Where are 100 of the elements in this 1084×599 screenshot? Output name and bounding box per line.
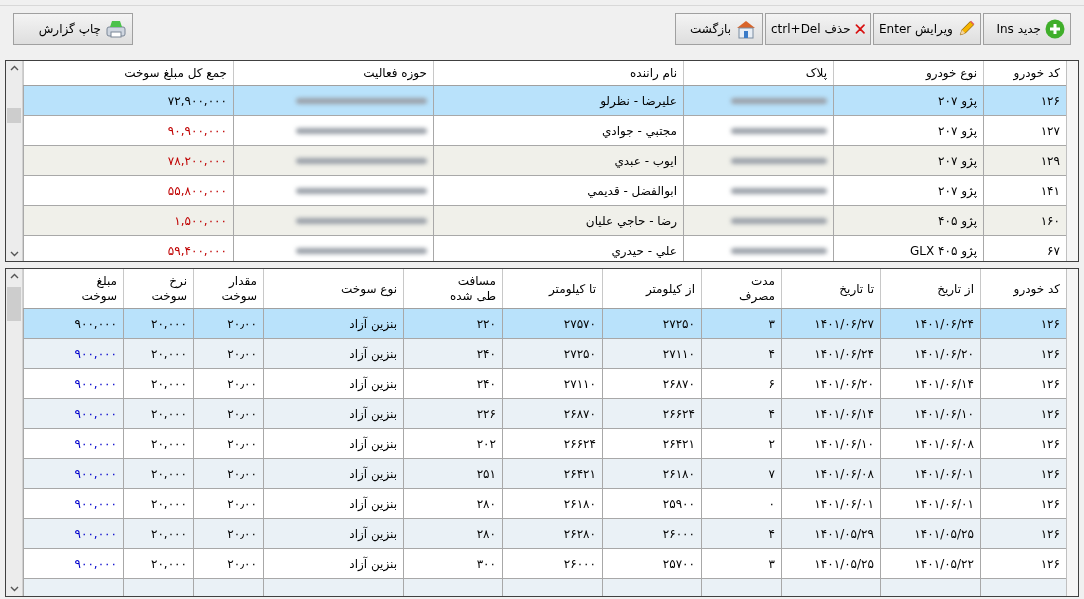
table-cell-text: ۹۰۰,۰۰۰ xyxy=(74,465,117,483)
table-cell-text: ۷۸,۲۰۰,۰۰۰ xyxy=(167,152,227,170)
table-cell-text: ۵۵,۸۰۰,۰۰۰ xyxy=(167,182,227,200)
table-row[interactable]: ۱۴۱ پژو ۲۰۷ ابوالفضل - قديمي ۵۵,۸۰۰,۰۰۰ xyxy=(23,176,1066,206)
table-cell-text: ۹۰۰,۰۰۰ xyxy=(74,405,117,423)
table-cell-text: ۷۲,۹۰۰,۰۰۰ xyxy=(167,92,227,110)
table-cell-text: ۴ xyxy=(768,345,775,363)
column-header[interactable]: نوع خودرو xyxy=(925,64,977,82)
column-header[interactable]: مبلغ سوخت xyxy=(61,273,117,304)
table-row[interactable]: ۱۲۶ ۱۴۰۱/۰۶/۱۰ ۱۴۰۱/۰۶/۱۴ ۴ ۲۶۶۲۴ ۲۶۸۷۰ ۲۲۶ بنزین آزاد ۲۰٫۰۰ ۲۰,۰۰۰ ۹۰۰,۰۰۰ xyxy=(23,399,1066,429)
table-row[interactable]: ۱۲۷ پژو ۲۰۷ مجتبي - جوادي ۹۰,۹۰۰,۰۰۰ xyxy=(23,116,1066,146)
table-cell-text: ۲۵۱ xyxy=(476,465,496,483)
table-cell-text: ۲۰,۰۰۰ xyxy=(150,405,187,423)
table-cell-text: پژو ۴۰۵ GLX xyxy=(910,242,977,260)
table-cell-text: بنزین آزاد xyxy=(349,375,397,393)
table-cell-text: ۹۰۰,۰۰۰ xyxy=(74,345,117,363)
column-header[interactable]: کد خودرو xyxy=(1013,279,1060,298)
table-cell-text: ۱,۵۰۰,۰۰۰ xyxy=(174,212,227,230)
table-cell-text: ۱۲۶ xyxy=(1040,525,1060,543)
table-cell-text: ۲۰۲ xyxy=(476,435,496,453)
column-header[interactable]: تا تاریخ xyxy=(839,279,874,298)
column-header[interactable]: جمع کل مبلغ سوخت xyxy=(124,64,227,82)
table-row[interactable]: ۱۲۶ ۱۴۰۱/۰۵/۲۲ ۱۴۰۱/۰۵/۲۵ ۳ ۲۵۷۰۰ ۲۶۰۰۰ ۳۰۰ بنزین آزاد ۲۰٫۰۰ ۲۰,۰۰۰ ۹۰۰,۰۰۰ xyxy=(23,549,1066,579)
table-cell-text: ۱۲۶ xyxy=(1040,405,1060,423)
scrollbar[interactable] xyxy=(6,269,23,596)
column-header[interactable]: حوزه فعالیت xyxy=(363,64,427,82)
table-row[interactable]: ۱۲۶ ۱۴۰۱/۰۵/۲۵ ۱۴۰۱/۰۵/۲۹ ۴ ۲۶۰۰۰ ۲۶۲۸۰ ۲۸۰ بنزین آزاد ۲۰٫۰۰ ۲۰,۰۰۰ ۹۰۰,۰۰۰ xyxy=(23,519,1066,549)
column-header[interactable]: تا کیلومتر xyxy=(549,279,596,298)
table-cell-text: ۲۶۰۰۰ xyxy=(563,555,596,573)
table-cell-text: ۶ xyxy=(768,375,775,393)
scroll-up-icon[interactable] xyxy=(10,65,19,71)
column-header[interactable]: مقدار سوخت xyxy=(201,273,257,304)
table-cell-text: ۲۴۰ xyxy=(476,345,496,363)
table-cell-text: ۱۲۶ xyxy=(1040,315,1060,333)
column-header[interactable]: از تاریخ xyxy=(937,279,974,298)
table-row[interactable]: ۱۲۶ ۱۴۰۱/۰۶/۰۸ ۱۴۰۱/۰۶/۱۰ ۲ ۲۶۴۲۱ ۲۶۶۲۴ ۲۰۲ بنزین آزاد ۲۰٫۰۰ ۲۰,۰۰۰ ۹۰۰,۰۰۰ xyxy=(23,429,1066,459)
table-cell-text: ۲۷۱۱۰ xyxy=(563,375,596,393)
column-header[interactable]: پلاک xyxy=(805,64,827,82)
table-cell-text: ۲۶۸۷۰ xyxy=(662,375,695,393)
table-row[interactable]: ۱۲۶ پژو ۲۰۷ علیرضا - نظرلو ۷۲,۹۰۰,۰۰۰ xyxy=(23,86,1066,116)
column-header[interactable]: نام راننده xyxy=(630,64,677,82)
table-cell-text: پژو ۲۰۷ xyxy=(938,92,977,110)
table-cell-text: ۹۰۰,۰۰۰ xyxy=(74,375,117,393)
column-header[interactable]: کد خودرو xyxy=(1013,64,1060,82)
table-cell-text: ۱۶۰ xyxy=(1040,212,1060,230)
table-cell-text: ۳ xyxy=(768,555,775,573)
table-cell-text: ۲۶۶۲۴ xyxy=(662,405,695,423)
table-cell-text: ۱۴۰۱/۰۵/۲۹ xyxy=(814,525,874,543)
table-cell-text: ۲۰,۰۰۰ xyxy=(150,345,187,363)
table-cell-text: ۲۸۰ xyxy=(476,495,496,513)
toolbar-button[interactable]: ویرایش Enter xyxy=(873,13,981,45)
table-cell-text: ۱۴۰۱/۰۶/۲۰ xyxy=(914,345,974,363)
table-cell-text: پژو ۲۰۷ xyxy=(938,182,977,200)
column-header[interactable]: نرخ سوخت xyxy=(131,273,187,304)
column-header[interactable]: مدت مصرف xyxy=(719,273,775,304)
scroll-up-icon[interactable] xyxy=(10,273,19,279)
table-cell-text: ابوالفضل - قديمي xyxy=(587,182,677,200)
column-header[interactable]: مسافت طی شده xyxy=(440,273,496,304)
table-cell-text: ۱۴۰۱/۰۶/۲۰ xyxy=(814,375,874,393)
table-cell-text: ۲۶۱۸۰ xyxy=(662,465,695,483)
column-header[interactable]: نوع سوخت xyxy=(341,279,397,298)
table-row[interactable]: ۱۶۰ پژو ۴۰۵ رضا - حاجي عليان ۱,۵۰۰,۰۰۰ xyxy=(23,206,1066,236)
scroll-thumb[interactable] xyxy=(7,287,21,321)
column-header[interactable]: از کیلومتر xyxy=(645,279,695,298)
table-cell-text: بنزین آزاد xyxy=(349,405,397,423)
toolbar-button[interactable]: چاپ گزارش xyxy=(13,13,133,45)
plus-icon xyxy=(1045,19,1065,39)
scrollbar[interactable] xyxy=(6,61,23,261)
table-cell-text: ۱۲۶ xyxy=(1040,435,1060,453)
table-cell-text: ۱۴۰۱/۰۶/۱۰ xyxy=(814,435,874,453)
table-row[interactable]: ۱۲۶ ۱۴۰۱/۰۶/۲۰ ۱۴۰۱/۰۶/۲۴ ۴ ۲۷۱۱۰ ۲۷۲۵۰ ۲۴۰ بنزین آزاد ۲۰٫۰۰ ۲۰,۰۰۰ ۹۰۰,۰۰۰ xyxy=(23,339,1066,369)
table-cell-text: ۱۴۰۱/۰۶/۲۴ xyxy=(814,345,874,363)
table-row[interactable]: ۱۲۹ پژو ۲۰۷ ايوب - عبدي ۷۸,۲۰۰,۰۰۰ xyxy=(23,146,1066,176)
scroll-thumb[interactable] xyxy=(7,108,21,123)
table-row[interactable]: ۱۲۶ ۱۴۰۱/۰۶/۰۱ ۱۴۰۱/۰۶/۰۸ ۷ ۲۶۱۸۰ ۲۶۴۲۱ ۲۵۱ بنزین آزاد ۲۰٫۰۰ ۲۰,۰۰۰ ۹۰۰,۰۰۰ xyxy=(23,459,1066,489)
table-cell-text: ۲۰٫۰۰ xyxy=(227,345,257,363)
scroll-down-icon[interactable] xyxy=(10,251,19,257)
table-cell-text: ۱۴۱ xyxy=(1040,182,1060,200)
table-cell-text: ۲۰٫۰۰ xyxy=(227,465,257,483)
table-row[interactable]: ۱۲۶ ۱۴۰۱/۰۶/۱۴ ۱۴۰۱/۰۶/۲۰ ۶ ۲۶۸۷۰ ۲۷۱۱۰ ۲۴۰ بنزین آزاد ۲۰٫۰۰ ۲۰,۰۰۰ ۹۰۰,۰۰۰ xyxy=(23,369,1066,399)
toolbar-button[interactable]: بازگشت xyxy=(675,13,763,45)
table-cell-text: ۴ xyxy=(768,525,775,543)
scroll-down-icon[interactable] xyxy=(10,586,19,592)
printer-icon xyxy=(105,19,127,39)
toolbar-button[interactable]: جدید Ins xyxy=(983,13,1071,45)
table-cell-text: ۱۴۰۱/۰۶/۰۸ xyxy=(814,465,874,483)
table-cell-text: ۱۴۰۱/۰۵/۲۲ xyxy=(914,555,974,573)
table-cell-text: ۲۷۱۱۰ xyxy=(662,345,695,363)
table-cell-text: بنزین آزاد xyxy=(349,525,397,543)
table-row[interactable]: ۱۲۶ ۱۴۰۱/۰۶/۲۴ ۱۴۰۱/۰۶/۲۷ ۳ ۲۷۲۵۰ ۲۷۵۷۰ ۲۲۰ بنزین آزاد ۲۰٫۰۰ ۲۰,۰۰۰ ۹۰۰,۰۰۰ xyxy=(23,309,1066,339)
table-cell-text: ۱۴۰۱/۰۶/۰۸ xyxy=(914,435,974,453)
table-cell-text: رضا - حاجي عليان xyxy=(585,212,677,230)
table-cell-text: بنزین آزاد xyxy=(349,555,397,573)
toolbar-button[interactable]: حذف ctrl+Del xyxy=(765,13,871,45)
table-cell-text: ۱۴۰۱/۰۶/۱۴ xyxy=(814,405,874,423)
table-cell-text: ۱۴۰۱/۰۶/۰۱ xyxy=(914,495,974,513)
table-row[interactable]: ۱۲۶ ۱۴۰۱/۰۶/۰۱ ۱۴۰۱/۰۶/۰۱ ۰ ۲۵۹۰۰ ۲۶۱۸۰ ۲۸۰ بنزین آزاد ۲۰٫۰۰ ۲۰,۰۰۰ ۹۰۰,۰۰۰ xyxy=(23,489,1066,519)
table-cell-text: پژو ۴۰۵ xyxy=(938,212,977,230)
table-cell-text: ۲۰٫۰۰ xyxy=(227,435,257,453)
table-cell-text: بنزین آزاد xyxy=(349,465,397,483)
